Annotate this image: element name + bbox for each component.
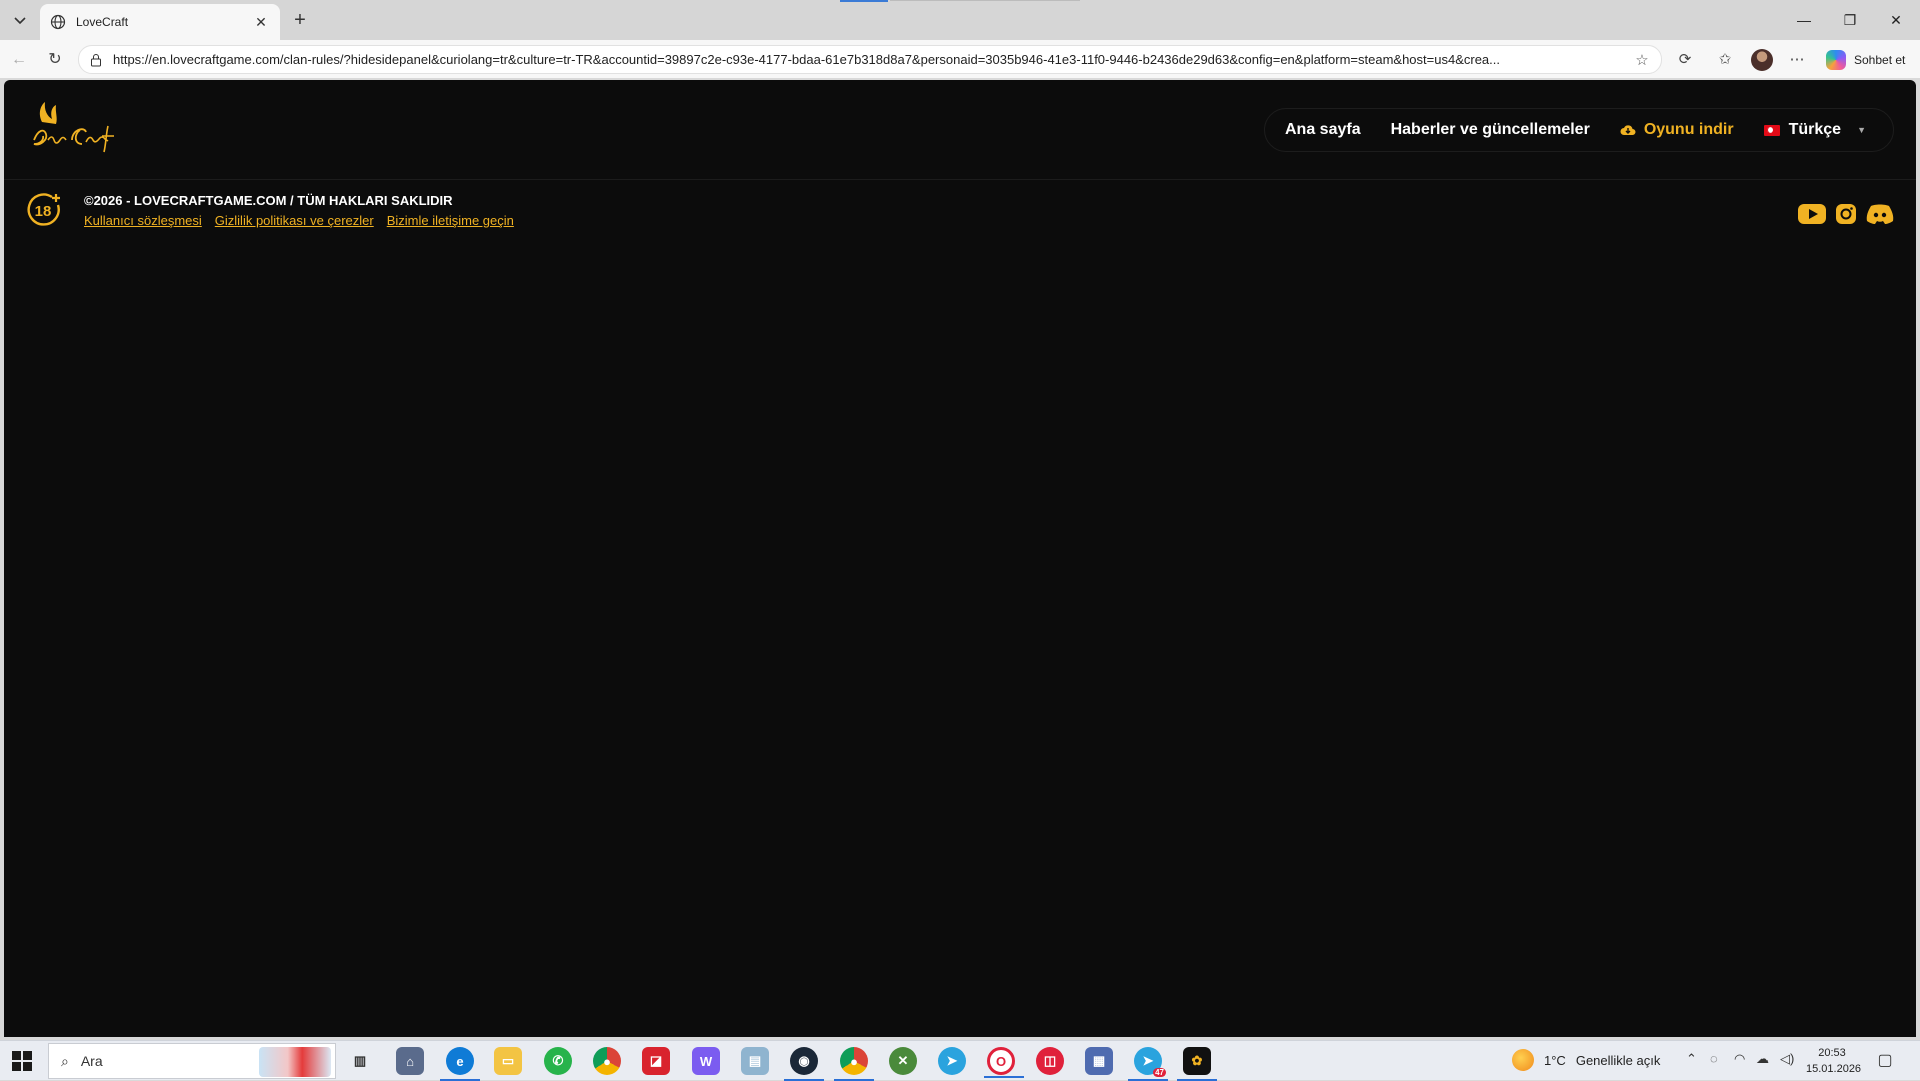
notification-center-icon[interactable]: ▢ — [1874, 1050, 1896, 1072]
chrome-icon[interactable]: ● — [593, 1047, 621, 1075]
lovecraft-app-icon[interactable]: ✿ — [1177, 1047, 1217, 1081]
close-window-button[interactable]: ✕ — [1876, 8, 1916, 32]
weather-widget[interactable]: 1°C Genellikle açık — [1512, 1049, 1660, 1071]
youtube-icon[interactable] — [1798, 204, 1826, 224]
caret-down-icon: ▼ — [1857, 125, 1866, 135]
task-view-icon[interactable]: ▥ — [346, 1047, 374, 1075]
search-icon: ⌕ — [61, 1052, 69, 1069]
telegram-desktop-icon[interactable]: ➤ 47 — [1128, 1047, 1168, 1081]
tab-list-button[interactable] — [6, 8, 34, 34]
contact-link[interactable]: Bizimle iletişime geçin — [387, 213, 514, 228]
restore-button[interactable]: ❐ — [1830, 8, 1870, 32]
clock-time: 20:53 — [1818, 1047, 1846, 1059]
copyright-text: ©2026 - LOVECRAFTGAME.COM / TÜM HAKLARI … — [84, 193, 453, 208]
calculator-icon[interactable]: ▦ — [1085, 1047, 1113, 1075]
search-highlight-image — [259, 1047, 331, 1077]
svg-text:18: 18 — [35, 203, 52, 220]
url-text: https://en.lovecraftgame.com/clan-rules/… — [113, 52, 1501, 67]
more-menu-icon[interactable]: ⋯ — [1786, 49, 1808, 71]
footer-links: Kullanıcı sözleşmesi Gizlilik politikası… — [84, 213, 527, 228]
reload-button[interactable]: ↻ — [42, 47, 68, 73]
app-files-icon[interactable]: ▤ — [741, 1047, 769, 1075]
download-label: Oyunu indir — [1643, 121, 1734, 138]
volume-icon[interactable]: ◁) — [1780, 1051, 1794, 1067]
copilot-icon — [1826, 49, 1846, 70]
app-icon-1[interactable]: ⌂ — [396, 1047, 424, 1075]
weather-description: Genellikle açık — [1575, 1052, 1661, 1068]
chat-label: Sohbet et — [1854, 52, 1906, 67]
app-w-icon[interactable]: W — [692, 1047, 720, 1075]
clock-date: 15.01.2026 — [1806, 1063, 1862, 1075]
browser-tab-bar: LoveCraft ✕ + — ❐ ✕ — [0, 0, 1920, 40]
amd-icon[interactable]: ◪ — [642, 1047, 670, 1075]
weather-sun-icon — [1512, 1049, 1534, 1071]
copilot-chat-button[interactable]: Sohbet et — [1822, 46, 1914, 73]
profile-avatar[interactable] — [1751, 49, 1773, 71]
extensions-icon[interactable]: ⟳ — [1674, 49, 1696, 71]
loading-track — [890, 0, 1080, 1]
nav-home[interactable]: Ana sayfa — [1285, 121, 1361, 139]
whatsapp-icon[interactable]: ✆ — [544, 1047, 572, 1075]
browser-toolbar: ← ↻ https://en.lovecraftgame.com/clan-ru… — [0, 40, 1920, 78]
xbox-icon[interactable]: ✕ — [889, 1047, 917, 1075]
cloud-download-icon — [1620, 125, 1636, 135]
lock-icon — [91, 53, 101, 66]
chevron-down-icon — [14, 17, 26, 25]
network-icon[interactable]: ☁ — [1756, 1051, 1769, 1067]
edge-icon[interactable]: e — [440, 1047, 480, 1081]
instagram-icon[interactable] — [1836, 204, 1856, 224]
nav-download[interactable]: Oyunu indir — [1620, 121, 1734, 139]
site-header: Ana sayfa Haberler ve güncellemeler Oyun… — [4, 80, 1916, 180]
globe-icon — [50, 14, 66, 30]
telegram-icon[interactable]: ➤ — [938, 1047, 966, 1075]
user-agreement-link[interactable]: Kullanıcı sözleşmesi — [84, 213, 202, 228]
loading-indicator — [840, 0, 888, 2]
social-links — [1788, 204, 1894, 224]
taskbar-search[interactable]: ⌕ Ara — [48, 1043, 336, 1079]
back-button[interactable]: ← — [6, 47, 32, 73]
new-tab-button[interactable]: + — [287, 8, 313, 34]
lovecraft-logo[interactable] — [28, 100, 128, 156]
windows-start-icon[interactable] — [12, 1051, 32, 1071]
steam-icon[interactable]: ◉ — [784, 1047, 824, 1081]
windows-taskbar: ⌕ Ara ▥ ⌂ e ▭ ✆ ● ◪ W ▤ ◉ ● ✕ ➤ O ◫ ▦ ➤ … — [0, 1040, 1920, 1081]
site-footer: 18 ©2026 - LOVECRAFTGAME.COM / TÜM HAKLA… — [4, 180, 1916, 240]
search-placeholder: Ara — [80, 1053, 103, 1069]
language-label: Türkçe — [1788, 121, 1842, 138]
opera-icon[interactable]: O — [984, 1047, 1024, 1078]
language-selector[interactable]: Türkçe ▼ — [1763, 121, 1866, 139]
favorites-icon[interactable]: ✩ — [1714, 49, 1736, 71]
page-viewport: Ana sayfa Haberler ve güncellemeler Oyun… — [4, 80, 1916, 1037]
age-18-icon: 18 — [27, 193, 60, 226]
minimize-button[interactable]: — — [1784, 8, 1824, 32]
weather-temp: 1°C — [1544, 1052, 1566, 1068]
tab-title: LoveCraft — [76, 15, 129, 29]
star-icon[interactable]: ☆ — [1633, 51, 1651, 69]
address-bar[interactable]: https://en.lovecraftgame.com/clan-rules/… — [78, 45, 1662, 74]
chrome-profile-icon[interactable]: ● — [834, 1047, 874, 1081]
app-red-icon[interactable]: ◫ — [1036, 1047, 1064, 1075]
tray-expand-icon[interactable]: ⌃ — [1686, 1051, 1697, 1067]
discord-icon[interactable] — [1866, 204, 1894, 224]
nav-news[interactable]: Haberler ve güncellemeler — [1391, 121, 1590, 139]
wifi-icon[interactable]: ◠ — [1734, 1051, 1745, 1067]
turkey-flag-icon — [1763, 124, 1780, 136]
main-navigation: Ana sayfa Haberler ve güncellemeler Oyun… — [1264, 108, 1894, 152]
tray-app-icon[interactable]: ◌ — [1710, 1051, 1718, 1066]
browser-tab[interactable]: LoveCraft ✕ — [40, 4, 280, 40]
file-explorer-icon[interactable]: ▭ — [494, 1047, 522, 1075]
system-clock[interactable]: 20:53 15.01.2026 — [1806, 1045, 1862, 1077]
close-tab-icon[interactable]: ✕ — [252, 14, 270, 31]
notification-badge: 47 — [1153, 1068, 1166, 1077]
privacy-policy-link[interactable]: Gizlilik politikası ve çerezler — [215, 213, 374, 228]
